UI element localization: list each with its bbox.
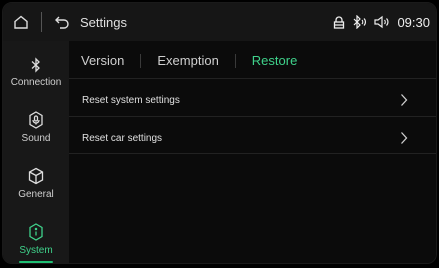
tab-separator	[140, 53, 142, 68]
sidebar-item-connection[interactable]: Connection	[3, 43, 69, 99]
main-content: Version Exemption Restore Reset system s…	[69, 41, 436, 263]
chevron-right-icon	[401, 94, 408, 106]
header-separator	[41, 12, 42, 32]
home-button[interactable]	[3, 3, 39, 41]
cube-icon	[28, 167, 44, 185]
lock-icon	[334, 15, 345, 29]
sidebar-item-sound[interactable]: Sound	[3, 99, 69, 155]
chevron-right-icon	[401, 132, 408, 144]
tab-restore[interactable]: Restore	[252, 53, 298, 68]
sidebar-item-system[interactable]: System	[3, 211, 69, 263]
clock: 09:30	[397, 14, 430, 30]
page-title: Settings	[80, 14, 127, 30]
back-icon	[55, 16, 69, 29]
volume-icon	[374, 15, 389, 29]
bluetooth-icon	[354, 15, 367, 29]
tab-separator	[234, 53, 236, 68]
info-icon	[29, 223, 43, 241]
sidebar-item-general[interactable]: General	[3, 155, 69, 211]
divider	[69, 116, 436, 117]
active-indicator	[19, 261, 53, 263]
sound-icon	[29, 111, 43, 129]
reset-system-settings-row[interactable]: Reset system settings	[69, 81, 436, 119]
sidebar: Connection Sound General System	[3, 41, 69, 263]
tab-version[interactable]: Version	[81, 53, 124, 68]
tab-bar: Version Exemption Restore	[81, 53, 297, 68]
tab-exemption[interactable]: Exemption	[157, 53, 218, 68]
row-label: Reset system settings	[82, 94, 180, 106]
sidebar-item-label: Connection	[10, 77, 62, 88]
reset-car-settings-row[interactable]: Reset car settings	[69, 119, 436, 157]
status-bar: Settings 09:30	[3, 3, 436, 42]
divider	[69, 78, 436, 79]
row-label: Reset car settings	[82, 132, 163, 144]
sidebar-item-label: General	[18, 189, 54, 200]
sidebar-item-label: System	[19, 245, 53, 256]
bluetooth-icon	[31, 57, 40, 73]
sidebar-item-label: Sound	[21, 133, 51, 144]
divider	[69, 153, 436, 154]
back-button[interactable]	[48, 3, 76, 41]
home-icon	[14, 15, 28, 29]
settings-screen: Settings 09:30 Connection Sound General …	[2, 2, 437, 264]
status-icons: 09:30	[333, 3, 430, 41]
